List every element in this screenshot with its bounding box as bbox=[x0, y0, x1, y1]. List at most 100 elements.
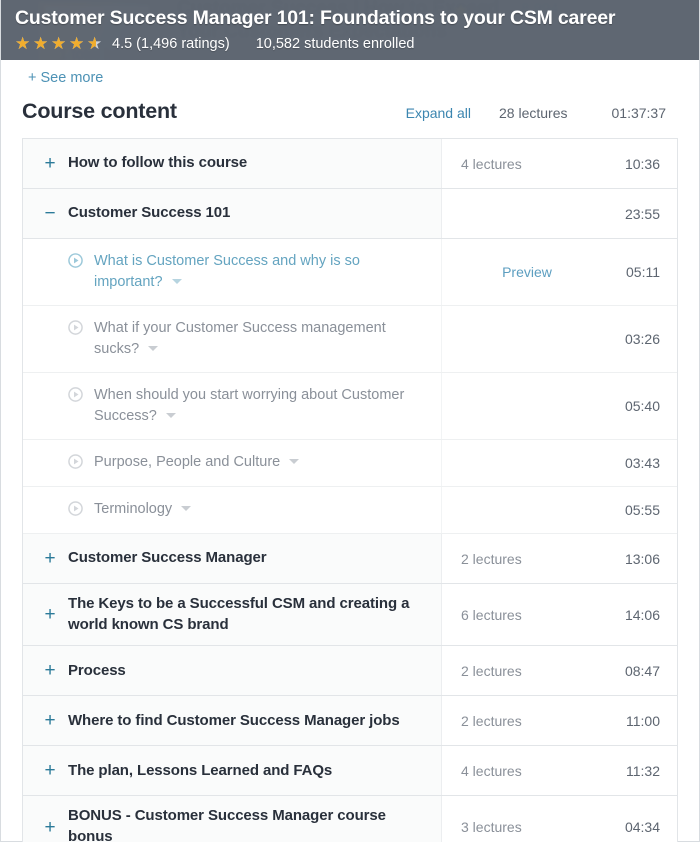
rating-stars bbox=[15, 36, 104, 52]
section-lecture-count: 4 lectures bbox=[461, 762, 522, 779]
play-circle-icon[interactable] bbox=[68, 454, 83, 469]
see-more-wrap: + See more bbox=[1, 60, 699, 87]
curriculum-section[interactable]: − Customer Success 101 23:55 bbox=[23, 189, 677, 239]
section-meta: 23:55 bbox=[441, 189, 677, 238]
curriculum-section[interactable]: + How to follow this course 4 lectures 10:3… bbox=[23, 139, 677, 189]
expand-section-icon[interactable]: + bbox=[42, 605, 58, 624]
chevron-down-icon[interactable] bbox=[148, 346, 159, 352]
lecture-row[interactable]: What is Customer Success and why is so i… bbox=[23, 239, 677, 307]
curriculum-section[interactable]: + Customer Success Manager 2 lectures 13:06 bbox=[23, 534, 677, 585]
section-duration: 10:36 bbox=[624, 155, 660, 172]
section-title: Customer Success Manager bbox=[68, 549, 267, 567]
play-circle-icon[interactable] bbox=[68, 387, 83, 402]
course-curriculum-page: Customer Success | How to Exceed Your Cu… bbox=[0, 0, 700, 842]
lecture-title-wrap: Purpose, People and Culture bbox=[94, 452, 300, 473]
section-title: BONUS - Customer Success Manager course … bbox=[68, 807, 386, 842]
section-header[interactable]: + BONUS - Customer Success Manager course… bbox=[23, 796, 441, 842]
curriculum-section[interactable]: + The Keys to be a Successful CSM and cre… bbox=[23, 584, 677, 647]
section-header[interactable]: + How to follow this course bbox=[23, 139, 441, 188]
section-meta: 2 lectures 13:06 bbox=[441, 534, 677, 584]
expand-section-icon[interactable]: + bbox=[42, 661, 58, 680]
curriculum-section[interactable]: + Process 2 lectures 08:47 bbox=[23, 646, 677, 697]
section-meta: 6 lectures 14:06 bbox=[441, 584, 677, 646]
chevron-down-icon[interactable] bbox=[165, 413, 176, 419]
play-circle-icon[interactable] bbox=[68, 320, 83, 335]
section-header[interactable]: − Customer Success 101 bbox=[23, 189, 441, 238]
section-header[interactable]: + Process bbox=[23, 646, 441, 695]
section-header[interactable]: + Customer Success Manager bbox=[23, 534, 441, 583]
lecture-row[interactable]: Terminology 05:55 bbox=[23, 487, 677, 535]
section-duration: 11:00 bbox=[626, 712, 660, 729]
course-meta-row: 4.5 (1,496 ratings) 10,582 students enro… bbox=[15, 36, 699, 52]
lecture-row[interactable]: Purpose, People and Culture 03:43 bbox=[23, 440, 677, 488]
lecture-title-wrap: What is Customer Success and why is so i… bbox=[94, 251, 429, 293]
see-more-link[interactable]: + See more bbox=[28, 70, 103, 86]
section-header[interactable]: + Where to find Customer Success Manager … bbox=[23, 696, 441, 745]
total-lecture-count: 28 lectures bbox=[499, 105, 568, 121]
expand-all-button[interactable]: Expand all bbox=[406, 105, 471, 121]
course-title: Customer Success Manager 101: Foundation… bbox=[15, 7, 616, 29]
lecture-main[interactable]: Terminology bbox=[23, 487, 441, 533]
star-icon bbox=[87, 36, 104, 52]
lecture-duration: 05:11 bbox=[626, 264, 660, 281]
chevron-down-icon[interactable] bbox=[171, 279, 182, 285]
lecture-main[interactable]: Purpose, People and Culture bbox=[23, 440, 441, 486]
section-lecture-count: 3 lectures bbox=[461, 819, 522, 836]
section-header[interactable]: + The plan, Lessons Learned and FAQs bbox=[23, 746, 441, 795]
star-icon bbox=[15, 36, 32, 52]
lecture-title: What is Customer Success and why is so i… bbox=[94, 253, 360, 291]
play-circle-icon[interactable] bbox=[68, 501, 83, 516]
lecture-title-wrap: Terminology bbox=[94, 499, 192, 520]
curriculum-list: + How to follow this course 4 lectures 10:3… bbox=[22, 138, 678, 842]
expand-section-icon[interactable]: + bbox=[42, 761, 58, 780]
lecture-title-wrap: When should you start worrying about Cus… bbox=[94, 385, 429, 427]
expand-section-icon[interactable]: + bbox=[42, 818, 58, 837]
lecture-main[interactable]: What is Customer Success and why is so i… bbox=[23, 239, 441, 305]
students-enrolled-text: 10,582 students enrolled bbox=[255, 36, 415, 53]
section-lecture-count: 2 lectures bbox=[461, 712, 522, 729]
section-meta: 2 lectures 11:00 bbox=[441, 696, 677, 746]
page-title: Course content bbox=[22, 99, 177, 123]
see-more-label: See more bbox=[40, 70, 104, 86]
section-duration: 08:47 bbox=[624, 662, 660, 679]
section-meta: 4 lectures 10:36 bbox=[441, 139, 677, 188]
star-icon bbox=[51, 36, 68, 52]
play-circle-icon[interactable] bbox=[68, 253, 83, 268]
lecture-meta: 03:43 bbox=[441, 440, 677, 487]
lecture-row[interactable]: What if your Customer Success management… bbox=[23, 306, 677, 374]
curriculum-section[interactable]: + BONUS - Customer Success Manager course… bbox=[23, 796, 677, 842]
expand-section-icon[interactable]: + bbox=[42, 549, 58, 568]
section-header[interactable]: + The Keys to be a Successful CSM and cre… bbox=[23, 584, 441, 645]
lecture-meta: 05:40 bbox=[441, 373, 677, 440]
lecture-duration: 05:55 bbox=[624, 502, 660, 519]
lecture-main[interactable]: When should you start worrying about Cus… bbox=[23, 373, 441, 439]
section-lecture-count: 2 lectures bbox=[461, 550, 522, 567]
preview-link[interactable]: Preview bbox=[442, 264, 626, 280]
lecture-title: Terminology bbox=[94, 501, 173, 518]
lecture-title: What if your Customer Success management… bbox=[94, 320, 386, 358]
section-meta: 3 lectures 04:34 bbox=[441, 796, 677, 842]
section-lecture-count: 4 lectures bbox=[461, 155, 522, 172]
course-banner: Customer Success | How to Exceed Your Cu… bbox=[1, 0, 699, 60]
chevron-down-icon[interactable] bbox=[289, 459, 300, 465]
section-title: The plan, Lessons Learned and FAQs bbox=[68, 761, 333, 779]
lecture-row[interactable]: When should you start worrying about Cus… bbox=[23, 373, 677, 441]
lecture-title-wrap: What if your Customer Success management… bbox=[94, 318, 429, 360]
expand-section-icon[interactable]: + bbox=[42, 711, 58, 730]
section-duration: 13:06 bbox=[624, 550, 660, 567]
section-title: Customer Success 101 bbox=[68, 204, 231, 222]
section-duration: 23:55 bbox=[624, 205, 660, 222]
curriculum-section[interactable]: + The plan, Lessons Learned and FAQs 4 lec… bbox=[23, 746, 677, 797]
lecture-duration: 03:43 bbox=[624, 455, 660, 472]
curriculum-section[interactable]: + Where to find Customer Success Manager … bbox=[23, 696, 677, 747]
section-title: How to follow this course bbox=[68, 154, 248, 172]
lecture-meta: 05:55 bbox=[441, 487, 677, 534]
lecture-main[interactable]: What if your Customer Success management… bbox=[23, 306, 441, 372]
section-duration: 11:32 bbox=[626, 762, 660, 779]
lecture-meta: 03:26 bbox=[441, 306, 677, 373]
section-meta: 4 lectures 11:32 bbox=[441, 746, 677, 796]
chevron-down-icon[interactable] bbox=[181, 506, 192, 512]
expand-section-icon[interactable]: + bbox=[42, 154, 58, 173]
collapse-section-icon[interactable]: − bbox=[42, 204, 58, 223]
section-title: Process bbox=[68, 661, 126, 679]
